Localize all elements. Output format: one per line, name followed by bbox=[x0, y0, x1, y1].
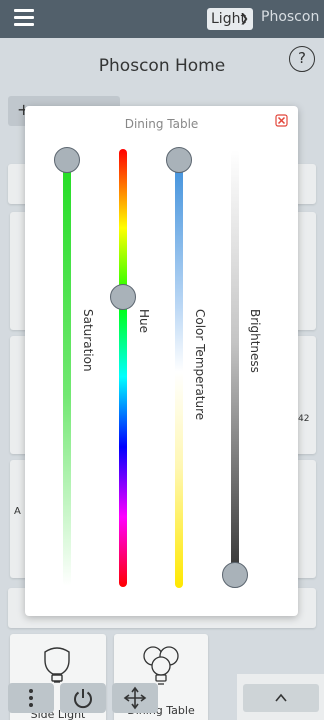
brightness-slider-handle[interactable] bbox=[222, 562, 248, 588]
brightness-slider-track[interactable] bbox=[231, 150, 239, 578]
close-x-icon[interactable] bbox=[275, 114, 288, 127]
color-temperature-slider-handle[interactable] bbox=[166, 147, 192, 173]
top-bar: Light ❯ Phoscon bbox=[0, 0, 324, 38]
light-select-dropdown[interactable]: Light ❯ bbox=[207, 8, 253, 30]
hamburger-menu-icon[interactable] bbox=[14, 9, 34, 27]
hue-label: Hue bbox=[137, 309, 151, 334]
saturation-slider-handle[interactable] bbox=[54, 147, 80, 173]
brightness-label: Brightness bbox=[248, 309, 262, 373]
dialog-title: Dining Table bbox=[124, 117, 199, 131]
saturation-slider-track[interactable] bbox=[63, 160, 71, 586]
hue-slider-handle[interactable] bbox=[110, 284, 136, 310]
saturation-label: Saturation bbox=[81, 309, 95, 372]
hue-slider-track[interactable] bbox=[119, 149, 127, 587]
color-temperature-label: Color Temperature bbox=[193, 309, 207, 421]
light-control-dialog: Dining Table Saturation Hue Color Temper… bbox=[25, 106, 298, 616]
app-name[interactable]: Phoscon bbox=[261, 9, 319, 25]
chevron-down-icon: ❯ bbox=[239, 12, 249, 25]
color-temperature-slider-track[interactable] bbox=[175, 156, 183, 588]
